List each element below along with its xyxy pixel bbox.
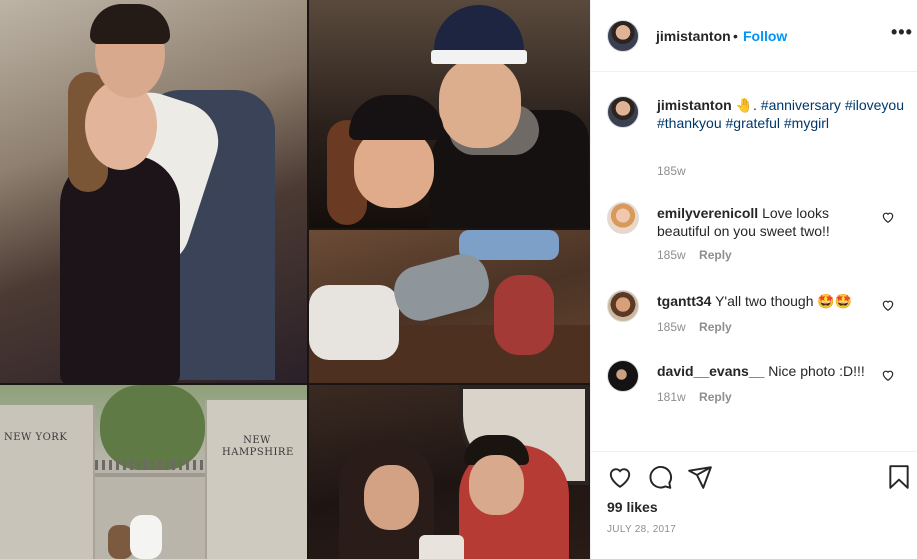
like-count[interactable]: 99 likes — [607, 499, 658, 515]
hand-emoji: 🤚 — [735, 97, 753, 113]
photo-milkshake — [309, 385, 590, 559]
post-header: jimistanton • Follow ••• — [591, 0, 917, 72]
caption-punct: . — [753, 97, 757, 113]
photo-dance-floor — [309, 230, 590, 383]
comment-meta: 185w Reply — [657, 320, 732, 334]
commenter-avatar[interactable] — [607, 202, 639, 234]
commenter-avatar[interactable] — [607, 360, 639, 392]
follow-button[interactable]: Follow — [743, 28, 787, 44]
comment-meta: 185w Reply — [657, 248, 732, 262]
comment-item: tgantt34 Y'all two though 🤩🤩 185w Reply — [607, 290, 907, 350]
post-photo-collage[interactable]: NEW YORK NEW HAMPSHIRE — [0, 0, 590, 559]
hashtag-mygirl[interactable]: #mygirl — [784, 115, 829, 131]
comment-meta: 181w Reply — [657, 390, 732, 404]
small-heart-icon[interactable] — [881, 298, 895, 312]
hashtag-grateful[interactable]: #grateful — [726, 115, 780, 131]
comment-body: Y'all two though 🤩🤩 — [715, 293, 853, 309]
instagram-post: NEW YORK NEW HAMPSHIRE jimistanton • Fol… — [0, 0, 917, 559]
comment-time[interactable]: 185w — [657, 320, 686, 334]
comment-text: david__evans__ Nice photo :D!!! — [657, 362, 882, 380]
small-heart-icon[interactable] — [881, 210, 895, 224]
comment-bubble-icon[interactable] — [647, 464, 673, 490]
sign-new-hampshire: NEW HAMPSHIRE — [222, 435, 294, 459]
caption-text: jimistanton 🤚. #anniversary #iloveyou #t… — [657, 96, 907, 132]
hashtag-anniversary[interactable]: #anniversary — [761, 97, 841, 113]
author-avatar[interactable] — [607, 20, 639, 52]
header-separator: • — [733, 28, 738, 44]
commenter-avatar[interactable] — [607, 290, 639, 322]
post-date[interactable]: JULY 28, 2017 — [607, 524, 676, 535]
sign-new-hampshire-text: NEW HAMPSHIRE — [222, 435, 294, 458]
paper-plane-icon[interactable] — [687, 464, 713, 490]
post-actions: 99 likes JULY 28, 2017 — [591, 451, 917, 559]
post-side-panel: jimistanton • Follow ••• jimistanton 🤚. … — [590, 0, 917, 559]
more-options-icon[interactable]: ••• — [891, 22, 913, 43]
comment-username[interactable]: tgantt34 — [657, 293, 711, 309]
caption-username[interactable]: jimistanton — [657, 97, 732, 113]
sign-new-york: NEW YORK — [4, 432, 68, 443]
comment-text: tgantt34 Y'all two though 🤩🤩 — [657, 292, 882, 310]
bookmark-icon[interactable] — [886, 464, 912, 490]
hashtag-iloveyou[interactable]: #iloveyou — [845, 97, 904, 113]
reply-button[interactable]: Reply — [699, 390, 732, 404]
hashtag-thankyou[interactable]: #thankyou — [657, 115, 722, 131]
comment-body: Nice photo :D!!! — [768, 363, 865, 379]
comment-item: david__evans__ Nice photo :D!!! 181w Rep… — [607, 360, 907, 420]
photo-selfie — [309, 0, 590, 228]
photo-hug — [0, 0, 307, 383]
comment-text: emilyverenicoll Love looks beautiful on … — [657, 204, 882, 240]
comment-time[interactable]: 185w — [657, 248, 686, 262]
heart-outline-icon[interactable] — [607, 464, 633, 490]
comment-username[interactable]: emilyverenicoll — [657, 205, 758, 221]
comment-username[interactable]: david__evans__ — [657, 363, 764, 379]
reply-button[interactable]: Reply — [699, 320, 732, 334]
reply-button[interactable]: Reply — [699, 248, 732, 262]
author-username[interactable]: jimistanton — [656, 28, 731, 44]
comment-time[interactable]: 181w — [657, 390, 686, 404]
comment-item: emilyverenicoll Love looks beautiful on … — [607, 202, 907, 262]
caption-avatar[interactable] — [607, 96, 639, 128]
caption-time[interactable]: 185w — [657, 164, 686, 178]
small-heart-icon[interactable] — [881, 368, 895, 382]
photo-memorial: NEW YORK NEW HAMPSHIRE — [0, 385, 307, 559]
